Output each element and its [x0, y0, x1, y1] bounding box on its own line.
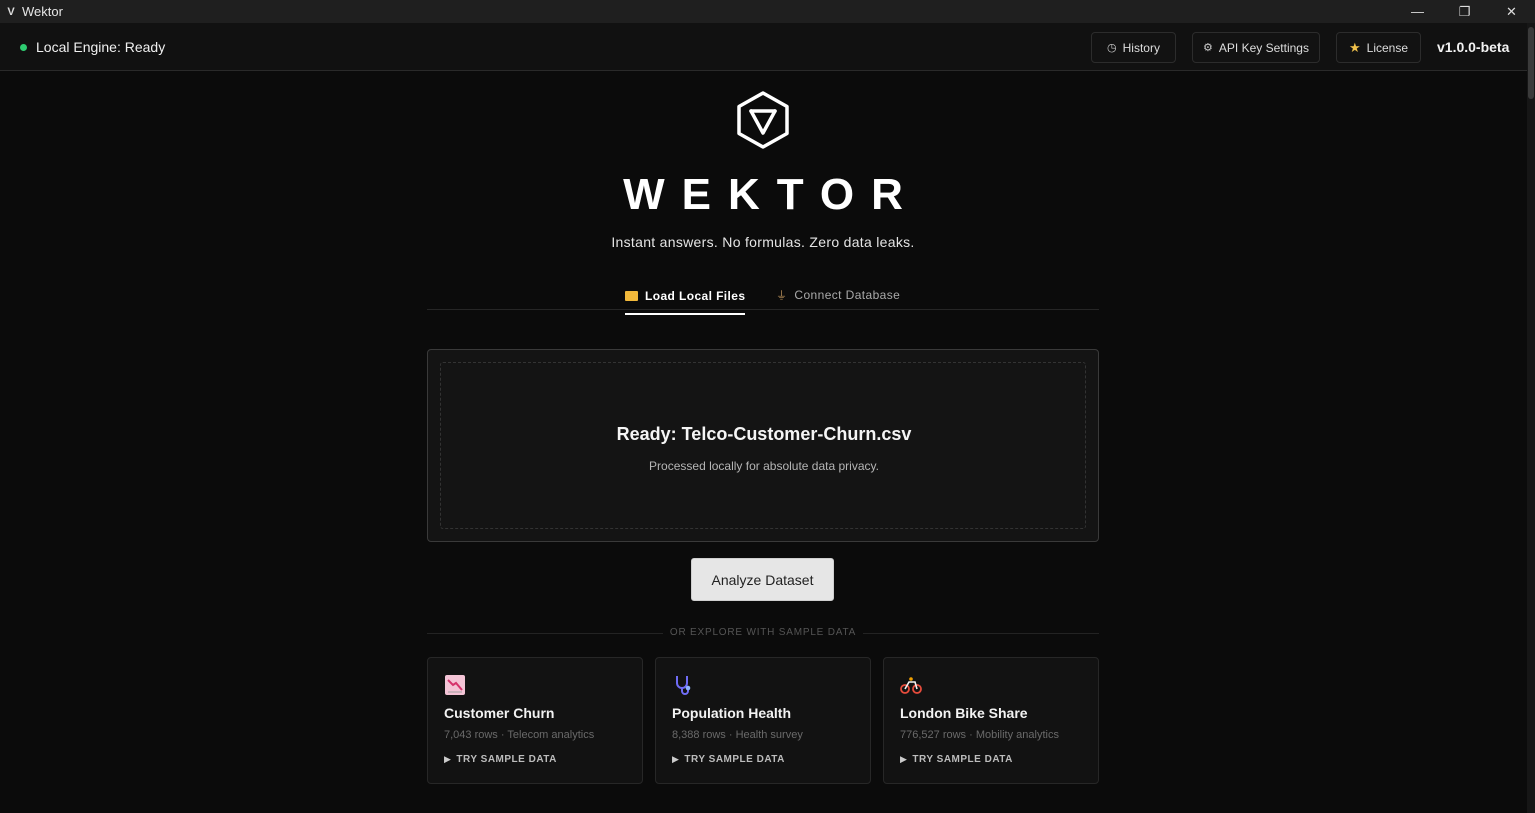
- app-logo-icon: V: [7, 5, 15, 18]
- sample-card-customer-churn[interactable]: Customer Churn 7,043 rows · Telecom anal…: [427, 657, 643, 784]
- sample-card-meta: 776,527 rows · Mobility analytics: [900, 729, 1059, 741]
- clock-icon: ◷: [1107, 42, 1117, 54]
- play-icon: ▶: [672, 754, 680, 764]
- sample-card-title: Customer Churn: [444, 705, 555, 721]
- source-tabs: Load Local Files ⏚ Connect Database: [427, 278, 1099, 315]
- plug-icon: ⏚: [776, 290, 788, 302]
- try-sample-data-link[interactable]: ▶ TRY SAMPLE DATA: [444, 754, 557, 765]
- minimize-button[interactable]: —: [1394, 0, 1441, 23]
- history-button-label: History: [1122, 40, 1160, 55]
- wektor-logo-icon: [737, 91, 789, 149]
- try-sample-data-label: TRY SAMPLE DATA: [684, 754, 785, 765]
- restore-button[interactable]: ❐: [1441, 0, 1488, 23]
- engine-status-label: Local Engine: Ready: [36, 39, 166, 55]
- brand-wordmark: WEKTOR: [623, 170, 920, 219]
- license-button-label: License: [1366, 40, 1409, 55]
- play-icon: ▶: [444, 754, 452, 764]
- window-controls: — ❐ ✕: [1394, 0, 1535, 23]
- app-header: Local Engine: Ready ◷ History ⚙ API Key …: [0, 23, 1527, 71]
- ready-file-title: Ready: Telco-Customer-Churn.csv: [616, 424, 912, 444]
- window-title: Wektor: [22, 4, 63, 19]
- play-icon: ▶: [900, 754, 908, 764]
- try-sample-data-label: TRY SAMPLE DATA: [456, 754, 557, 765]
- scrollbar-thumb[interactable]: [1528, 27, 1534, 99]
- license-button[interactable]: ★ License: [1336, 32, 1421, 63]
- status-dot-icon: [20, 43, 27, 51]
- engine-status: Local Engine: Ready: [20, 39, 165, 55]
- chart-down-icon: [444, 674, 466, 696]
- page-scrollbar[interactable]: [1527, 23, 1535, 813]
- analyze-dataset-button[interactable]: Analyze Dataset: [691, 558, 834, 601]
- tab-connect-database[interactable]: ⏚ Connect Database: [776, 284, 900, 310]
- version-label: v1.0.0-beta: [1437, 39, 1510, 55]
- close-button[interactable]: ✕: [1488, 0, 1535, 23]
- file-dropzone[interactable]: Ready: Telco-Customer-Churn.csv Processe…: [427, 349, 1099, 542]
- tab-load-local-files[interactable]: Load Local Files: [625, 284, 746, 315]
- history-button[interactable]: ◷ History: [1091, 32, 1176, 63]
- try-sample-data-link[interactable]: ▶ TRY SAMPLE DATA: [900, 754, 1013, 765]
- bicycle-icon: [900, 674, 922, 696]
- ready-file-subtitle: Processed locally for absolute data priv…: [649, 459, 879, 473]
- gear-icon: ⚙: [1203, 42, 1213, 54]
- tab-connect-database-label: Connect Database: [794, 288, 901, 302]
- samples-divider-label: OR EXPLORE WITH SAMPLE DATA: [663, 627, 863, 638]
- sample-card-title: Population Health: [672, 705, 791, 721]
- stethoscope-icon: [672, 674, 694, 696]
- tab-load-local-files-label: Load Local Files: [645, 288, 746, 303]
- sample-card-title: London Bike Share: [900, 705, 1028, 721]
- folder-icon: [625, 290, 638, 301]
- api-key-settings-label: API Key Settings: [1218, 40, 1309, 55]
- sample-card-meta: 8,388 rows · Health survey: [672, 729, 803, 741]
- sample-card-population-health[interactable]: Population Health 8,388 rows · Health su…: [655, 657, 871, 784]
- star-icon: ★: [1348, 39, 1361, 55]
- sample-card-london-bike-share[interactable]: London Bike Share 776,527 rows · Mobilit…: [883, 657, 1099, 784]
- try-sample-data-label: TRY SAMPLE DATA: [912, 754, 1013, 765]
- tagline: Instant answers. No formulas. Zero data …: [611, 234, 915, 250]
- sample-card-meta: 7,043 rows · Telecom analytics: [444, 729, 595, 741]
- file-dropzone-inner[interactable]: Ready: Telco-Customer-Churn.csv Processe…: [440, 362, 1086, 529]
- api-key-settings-button[interactable]: ⚙ API Key Settings: [1192, 32, 1320, 63]
- window-titlebar: V Wektor — ❐ ✕: [0, 0, 1535, 23]
- try-sample-data-link[interactable]: ▶ TRY SAMPLE DATA: [672, 754, 785, 765]
